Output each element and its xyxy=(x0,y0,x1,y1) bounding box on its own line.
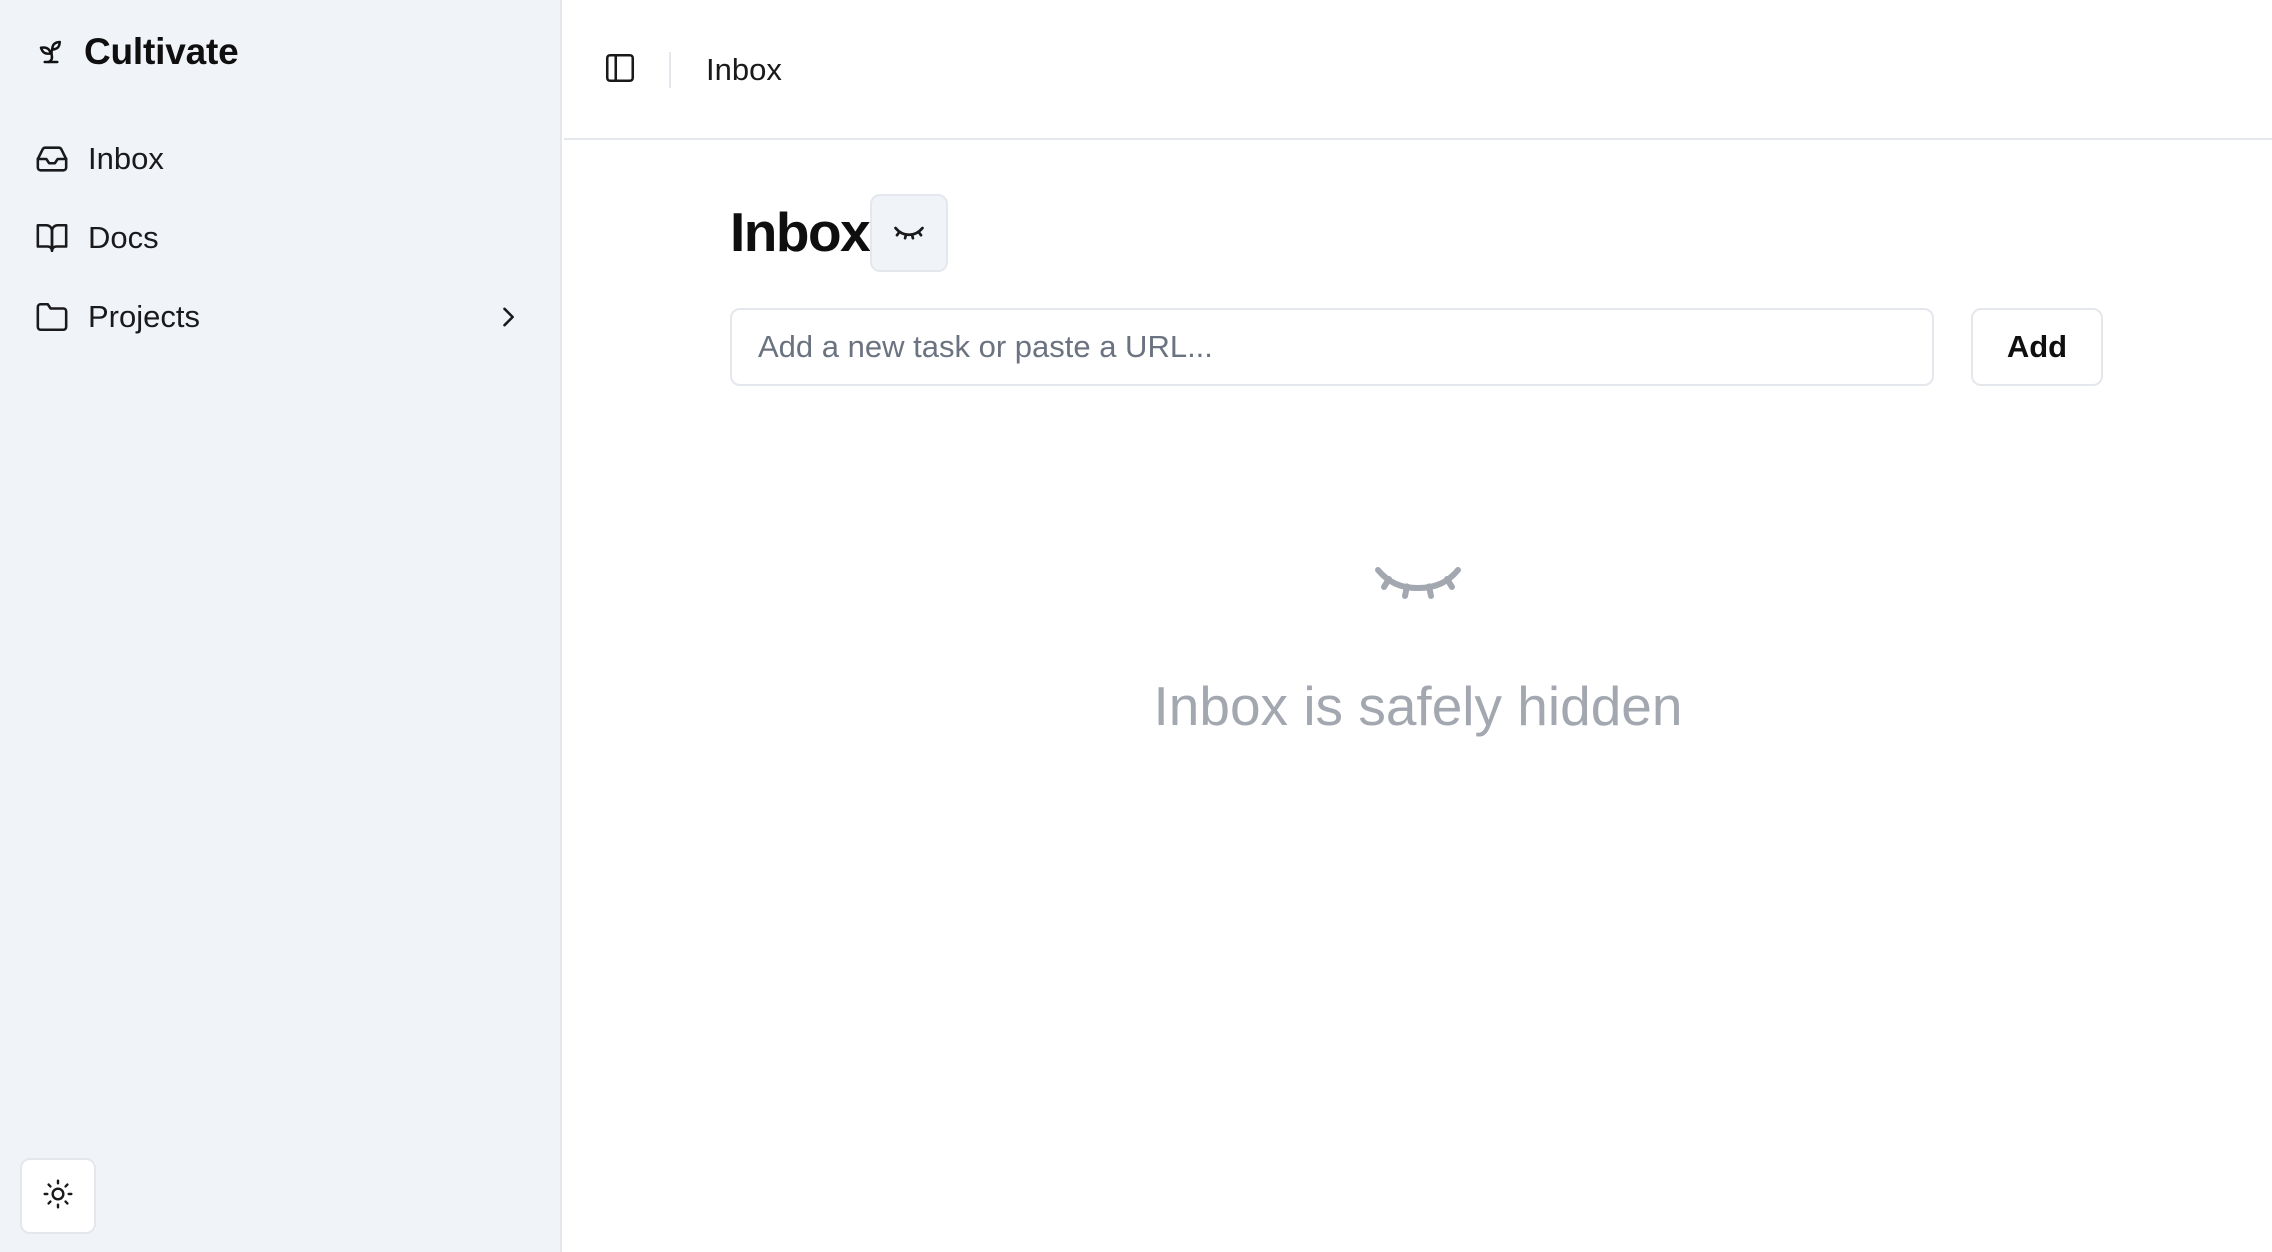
sidebar-item-label: Projects xyxy=(88,299,200,334)
main-content: Inbox Add Inbox i xyxy=(564,142,2272,1252)
sidebar-item-label: Docs xyxy=(88,220,159,255)
sidebar-toggle-button[interactable] xyxy=(600,50,640,90)
panel-left-icon xyxy=(603,51,637,90)
sidebar-item-projects[interactable]: Projects xyxy=(18,286,532,348)
eye-closed-icon xyxy=(891,213,927,254)
topbar: Inbox xyxy=(564,0,2272,140)
inbox-icon xyxy=(34,141,70,177)
app-root: Cultivate Inbox Docs Projects Inbox Inbo… xyxy=(0,0,2272,1252)
sidebar-item-label: Inbox xyxy=(88,141,164,176)
empty-state-message: Inbox is safely hidden xyxy=(1153,675,1683,737)
theme-toggle-button[interactable] xyxy=(20,1158,96,1234)
sprout-icon xyxy=(34,35,68,69)
sidebar-nav: Inbox Docs Projects xyxy=(18,128,532,365)
add-button[interactable]: Add xyxy=(1971,308,2103,386)
breadcrumb: Inbox xyxy=(706,52,782,87)
sidebar-item-inbox[interactable]: Inbox xyxy=(18,128,532,190)
topbar-divider xyxy=(669,52,671,88)
eye-closed-icon xyxy=(1372,558,1464,618)
sidebar-item-docs[interactable]: Docs xyxy=(18,207,532,269)
task-input[interactable] xyxy=(730,308,1934,386)
sidebar: Cultivate Inbox Docs Projects xyxy=(0,0,562,1252)
brand[interactable]: Cultivate xyxy=(34,28,239,76)
sun-icon xyxy=(42,1178,74,1215)
page-title: Inbox xyxy=(730,201,871,263)
app-name: Cultivate xyxy=(84,31,239,72)
folder-icon xyxy=(34,299,70,335)
hide-toggle-button[interactable] xyxy=(870,194,948,272)
book-open-icon xyxy=(34,220,70,256)
chevron-right-icon[interactable] xyxy=(490,299,526,335)
